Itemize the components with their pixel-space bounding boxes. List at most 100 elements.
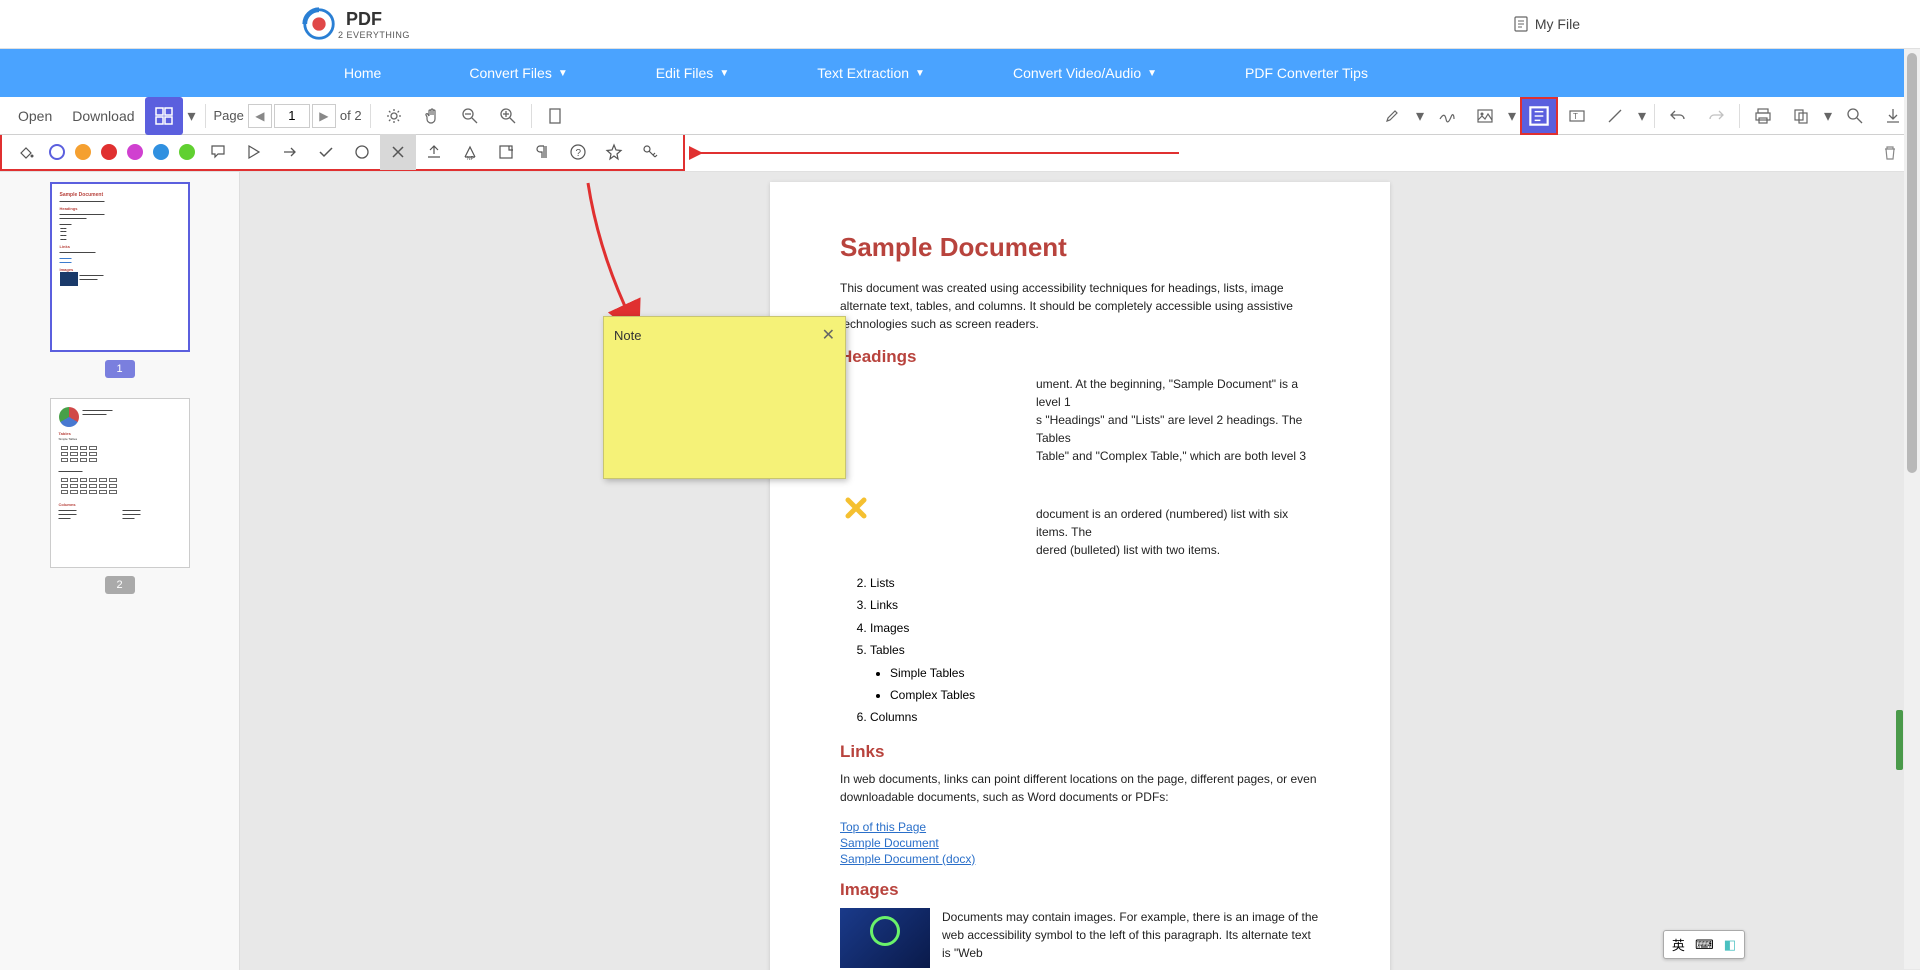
note-close-button[interactable]: ✕ xyxy=(822,325,835,345)
help-stamp[interactable]: ? xyxy=(560,134,596,170)
note-popup[interactable]: Note ✕ xyxy=(603,316,846,479)
doc-links-text: In web documents, links can point differ… xyxy=(840,770,1320,806)
arrow-right-icon xyxy=(281,143,299,161)
line-dropdown[interactable]: ▾ xyxy=(1634,97,1650,135)
nav-text-extraction[interactable]: Text Extraction▼ xyxy=(773,49,969,97)
star-icon xyxy=(605,143,623,161)
delete-annotation-button[interactable] xyxy=(1872,135,1908,171)
triangle-right-icon xyxy=(245,143,263,161)
thumbnails-view-button[interactable] xyxy=(145,97,183,135)
key-stamp[interactable] xyxy=(632,134,668,170)
link-sample-document-docx[interactable]: Sample Document (docx) xyxy=(840,852,1320,866)
logo-sub-text: 2 EVERYTHING xyxy=(338,30,410,40)
cross-annotation-marker[interactable] xyxy=(845,497,867,519)
color-green[interactable] xyxy=(179,144,195,160)
content-area: Sample Document ▬▬▬▬▬▬▬▬▬▬▬▬▬▬▬ Headings… xyxy=(0,172,1920,970)
page-layout-button[interactable] xyxy=(536,97,574,135)
stamp-tool-active[interactable] xyxy=(1520,97,1558,135)
color-red[interactable] xyxy=(101,144,117,160)
highlight-tool[interactable] xyxy=(1374,97,1412,135)
zoom-in-icon xyxy=(499,107,517,125)
file-icon xyxy=(1513,16,1529,32)
circle-stamp[interactable] xyxy=(344,134,380,170)
search-button[interactable] xyxy=(1836,97,1874,135)
nav-convert-files[interactable]: Convert Files▼ xyxy=(425,49,611,97)
color-blue[interactable] xyxy=(153,144,169,160)
list-item: Simple Tables xyxy=(890,663,1320,683)
arrow-right-stamp[interactable] xyxy=(272,134,308,170)
prev-page-button[interactable]: ◀ xyxy=(248,104,272,128)
main-toolbar: Open Download ▾ Page ◀ ▶ of 2 ▾ ▾ T ▾ ▾ xyxy=(0,97,1920,135)
freehand-tool[interactable] xyxy=(1428,97,1466,135)
link-sample-document[interactable]: Sample Document xyxy=(840,836,1320,850)
doc-headings-text: ument. At the beginning, "Sample Documen… xyxy=(1036,375,1320,465)
thumbnail-page-1[interactable]: Sample Document ▬▬▬▬▬▬▬▬▬▬▬▬▬▬▬ Headings… xyxy=(50,182,190,378)
my-file-link[interactable]: My File xyxy=(1513,16,1580,32)
highlight-dropdown[interactable]: ▾ xyxy=(1412,97,1428,135)
color-orange[interactable] xyxy=(75,144,91,160)
export-icon xyxy=(1792,107,1810,125)
ime-widget[interactable]: 英 ⌨ ◧ xyxy=(1663,930,1745,959)
circle-icon xyxy=(353,143,371,161)
zoom-in-button[interactable] xyxy=(489,97,527,135)
thumbnail-page-2[interactable]: ▬▬▬▬▬▬▬▬▬▬▬▬▬▬▬▬▬▬ Tables Simple Tables … xyxy=(50,398,190,594)
new-paragraph-stamp[interactable]: NP xyxy=(452,134,488,170)
new-paragraph-icon: NP xyxy=(461,143,479,161)
insert-icon xyxy=(425,143,443,161)
nav-convert-video-audio[interactable]: Convert Video/Audio▼ xyxy=(969,49,1201,97)
line-tool[interactable] xyxy=(1596,97,1634,135)
download-button[interactable]: Download xyxy=(62,102,144,130)
key-icon xyxy=(641,143,659,161)
download-arrow-icon xyxy=(1884,107,1902,125)
color-magenta[interactable] xyxy=(127,144,143,160)
next-page-button[interactable]: ▶ xyxy=(312,104,336,128)
star-stamp[interactable] xyxy=(596,134,632,170)
insert-stamp[interactable] xyxy=(416,134,452,170)
search-icon xyxy=(1846,107,1864,125)
cross-stamp[interactable] xyxy=(380,134,416,170)
fill-tool[interactable] xyxy=(8,134,44,170)
thumbnail-panel[interactable]: Sample Document ▬▬▬▬▬▬▬▬▬▬▬▬▬▬▬ Headings… xyxy=(0,172,240,970)
line-icon xyxy=(1606,107,1624,125)
note-title: Note xyxy=(614,328,641,343)
doc-heading-links: Links xyxy=(840,742,1320,762)
color-white[interactable] xyxy=(49,144,65,160)
textbox-tool[interactable]: T xyxy=(1558,97,1596,135)
image-dropdown[interactable]: ▾ xyxy=(1504,97,1520,135)
thumbnail-1-label: 1 xyxy=(105,360,135,378)
nav-edit-files[interactable]: Edit Files▼ xyxy=(612,49,773,97)
logo-text-block: PDF 2 EVERYTHING xyxy=(338,9,410,40)
text-note-stamp[interactable] xyxy=(488,134,524,170)
list-item: Links xyxy=(870,595,1320,615)
speech-bubble-icon xyxy=(209,143,227,161)
pan-button[interactable] xyxy=(413,97,451,135)
svg-text:NP: NP xyxy=(467,156,475,161)
open-button[interactable]: Open xyxy=(8,102,62,130)
image-tool[interactable] xyxy=(1466,97,1504,135)
scrollbar-thumb[interactable] xyxy=(1907,53,1917,473)
page-input[interactable] xyxy=(274,104,310,128)
export-dropdown[interactable]: ▾ xyxy=(1820,97,1836,135)
comment-stamp[interactable] xyxy=(200,134,236,170)
paragraph-stamp[interactable] xyxy=(524,134,560,170)
logo-main-text: PDF xyxy=(346,9,410,30)
document-viewport[interactable]: Sample Document This document was create… xyxy=(240,172,1920,970)
redo-button[interactable] xyxy=(1697,97,1735,135)
link-top-of-page[interactable]: Top of this Page xyxy=(840,820,1320,834)
nav-pdf-converter-tips[interactable]: PDF Converter Tips xyxy=(1201,49,1412,97)
export-button[interactable] xyxy=(1782,97,1820,135)
settings-button[interactable] xyxy=(375,97,413,135)
nav-home[interactable]: Home xyxy=(300,49,425,97)
zoom-out-button[interactable] xyxy=(451,97,489,135)
undo-button[interactable] xyxy=(1659,97,1697,135)
annotation-toolbar-row: NP ? xyxy=(0,135,1920,172)
vertical-scrollbar[interactable] xyxy=(1904,49,1920,969)
right-pointer-stamp[interactable] xyxy=(236,134,272,170)
svg-text:?: ? xyxy=(576,148,582,159)
undo-icon xyxy=(1669,107,1687,125)
thumbnails-dropdown[interactable]: ▾ xyxy=(183,97,201,135)
checkmark-stamp[interactable] xyxy=(308,134,344,170)
paragraph-icon xyxy=(533,143,551,161)
secondary-scroll-indicator xyxy=(1896,710,1903,770)
print-button[interactable] xyxy=(1744,97,1782,135)
